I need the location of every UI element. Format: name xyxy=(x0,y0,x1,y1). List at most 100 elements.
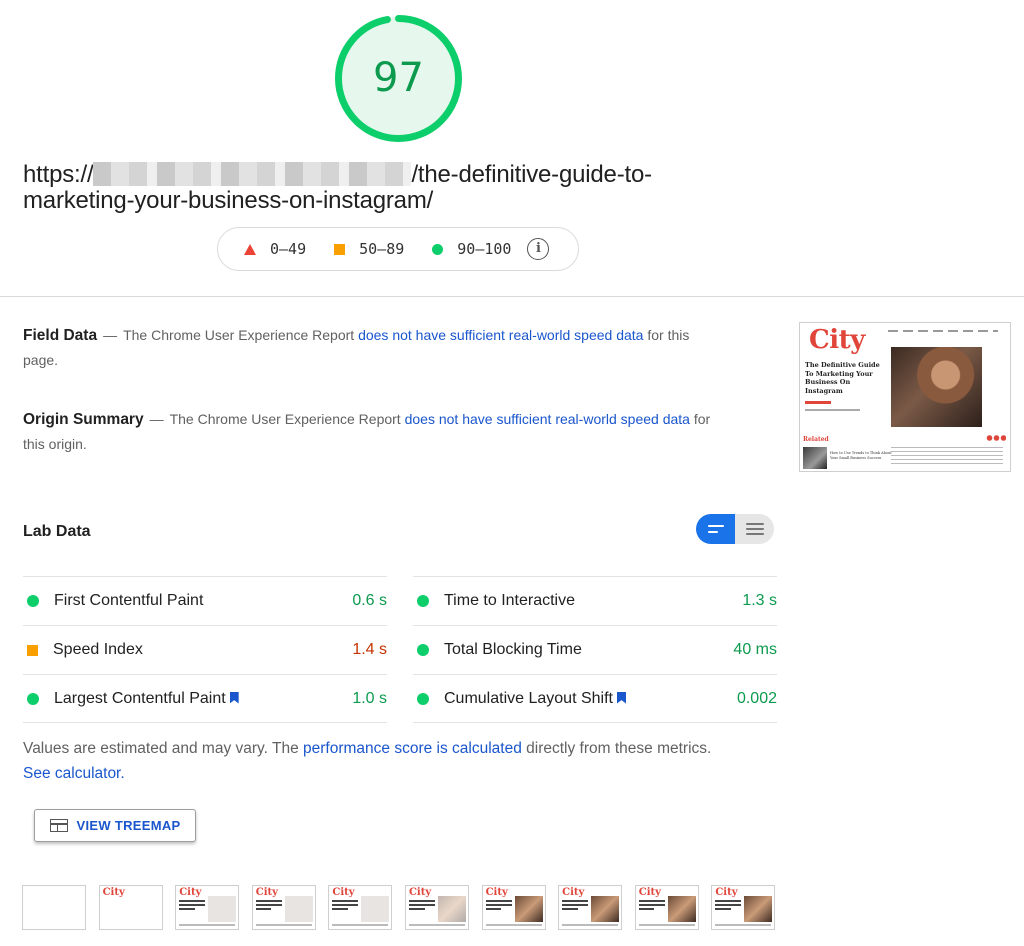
estimate-note: Values are estimated and may vary. The p… xyxy=(23,736,743,786)
circle-icon xyxy=(432,243,444,255)
origin-summary-text: The Chrome User Experience Report xyxy=(169,411,401,427)
frame-logo: City xyxy=(255,887,278,898)
redacted-domain xyxy=(93,162,412,186)
note-text: Values are estimated and may vary. The xyxy=(23,740,299,757)
bookmark-icon xyxy=(616,691,626,704)
calculator-link[interactable]: See calculator. xyxy=(23,765,125,782)
frame-logo: City xyxy=(485,887,508,898)
page-url: https:// /the-definitive-guide-to- market… xyxy=(23,162,652,214)
pass-icon xyxy=(27,692,39,705)
field-data-title: Field Data xyxy=(23,327,98,344)
metric-value: 1.0 s xyxy=(352,689,387,707)
frame-logo: City xyxy=(332,887,355,898)
metric-row: First Contentful Paint 0.6 s xyxy=(23,576,387,625)
metric-value: 0.002 xyxy=(736,689,777,707)
thumb-byline xyxy=(805,409,860,411)
metric-name: Time to Interactive xyxy=(444,592,576,609)
legend-pass-label: 90–100 xyxy=(457,240,512,258)
metric-name: Cumulative Layout Shift xyxy=(444,689,613,707)
filmstrip-frame: City xyxy=(98,885,163,930)
thumb-share-icons xyxy=(986,435,1006,441)
field-data-dash: — xyxy=(103,327,118,343)
url-path: /the-definitive-guide-to- xyxy=(411,161,652,188)
metric-name: First Contentful Paint xyxy=(54,592,204,609)
thumb-hero-image xyxy=(891,347,982,427)
view-treemap-label: VIEW TREEMAP xyxy=(76,818,181,833)
pass-icon xyxy=(417,595,429,607)
legend-fail-label: 0–49 xyxy=(270,240,307,258)
filmstrip-frame: City xyxy=(711,885,776,930)
filmstrip: City City City City City City City City … xyxy=(22,885,788,930)
origin-summary-dash: — xyxy=(149,411,164,427)
thumb-nav xyxy=(888,330,998,332)
metric-name: Speed Index xyxy=(53,641,143,658)
filmstrip-frame: City xyxy=(481,885,546,930)
bookmark-icon xyxy=(229,691,239,704)
metric-row: Largest Contentful Paint 1.0 s xyxy=(23,674,387,723)
thumb-tags xyxy=(805,401,831,404)
thumb-related-image xyxy=(803,447,827,469)
origin-summary-link[interactable]: does not have sufficient real-world spee… xyxy=(405,411,690,427)
final-screenshot: City The Definitive Guide To Marketing Y… xyxy=(799,322,1011,472)
metric-row: Cumulative Layout Shift 0.002 xyxy=(413,674,777,723)
average-icon xyxy=(27,644,38,656)
compact-view-button[interactable] xyxy=(696,514,735,544)
pass-icon xyxy=(27,595,39,607)
filmstrip-frame: City xyxy=(328,885,393,930)
thumb-related: Related xyxy=(803,436,829,443)
metric-name: Total Blocking Time xyxy=(444,641,582,658)
expanded-view-button[interactable] xyxy=(735,514,774,544)
view-treemap-button[interactable]: VIEW TREEMAP xyxy=(34,809,196,842)
filmstrip-frame: City xyxy=(175,885,240,930)
metric-name-wrap: Largest Contentful Paint xyxy=(54,690,352,708)
triangle-icon xyxy=(244,243,256,255)
metric-value: 40 ms xyxy=(733,641,777,658)
field-data-section: Field Data — The Chrome User Experience Re… xyxy=(23,323,713,373)
frame-logo: City xyxy=(562,887,585,898)
metrics-right-column: Time to Interactive 1.3 s Total Blocking… xyxy=(413,576,777,723)
divider xyxy=(0,296,1024,297)
filmstrip-frame: City xyxy=(558,885,623,930)
metric-row: Time to Interactive 1.3 s xyxy=(413,576,777,625)
treemap-icon xyxy=(49,819,68,832)
filmstrip-frame xyxy=(22,885,86,930)
frame-logo: City xyxy=(408,887,432,898)
frame-logo: City xyxy=(715,887,738,898)
legend-average: 50–89 xyxy=(334,240,404,258)
score-legend: 0–49 50–89 90–100 i xyxy=(217,227,579,271)
metric-name-wrap: Cumulative Layout Shift xyxy=(444,690,737,708)
metric-value: 1.3 s xyxy=(742,592,777,609)
filmstrip-frame: City xyxy=(634,885,699,930)
note-text-2: directly from these metrics. xyxy=(526,740,712,757)
frame-logo: City xyxy=(638,887,661,898)
frame-logo: City xyxy=(179,887,202,898)
legend-fail: 0–49 xyxy=(244,240,306,258)
field-data-link[interactable]: does not have sufficient real-world spee… xyxy=(358,327,643,343)
performance-score-link[interactable]: performance score is calculated xyxy=(303,740,522,757)
metric-row: Speed Index 1.4 s xyxy=(23,625,387,674)
metric-row: Total Blocking Time 40 ms xyxy=(413,625,777,674)
legend-pass: 90–100 xyxy=(432,240,511,258)
origin-summary-section: Origin Summary — The Chrome User Experienc… xyxy=(23,407,713,457)
metric-name: Largest Contentful Paint xyxy=(54,689,226,707)
square-icon xyxy=(334,243,346,255)
thumb-headline: The Definitive Guide To Marketing Your B… xyxy=(805,361,880,395)
url-path-line2: marketing-your-business-on-instagram/ xyxy=(23,187,434,214)
metric-value: 1.4 s xyxy=(352,641,387,658)
pass-icon xyxy=(417,644,429,656)
score-value: 97 xyxy=(373,55,424,101)
metric-value: 0.6 s xyxy=(352,592,387,609)
origin-summary-title: Origin Summary xyxy=(23,411,144,428)
thumb-logo: City xyxy=(809,325,865,355)
score-gauge: 97 xyxy=(333,13,464,144)
filmstrip-frame: City xyxy=(404,885,469,930)
metrics-left-column: First Contentful Paint 0.6 s Speed Index… xyxy=(23,576,387,723)
metrics-view-toggle[interactable] xyxy=(696,514,774,544)
url-prefix: https:// xyxy=(23,161,94,188)
info-icon[interactable]: i xyxy=(527,238,550,260)
lab-data-title: Lab Data xyxy=(23,523,91,540)
legend-average-label: 50–89 xyxy=(359,240,405,258)
frame-logo: City xyxy=(102,887,125,898)
thumb-related-item: How to Use Trends to Think About Your Sm… xyxy=(830,451,892,460)
pass-icon xyxy=(417,692,429,705)
